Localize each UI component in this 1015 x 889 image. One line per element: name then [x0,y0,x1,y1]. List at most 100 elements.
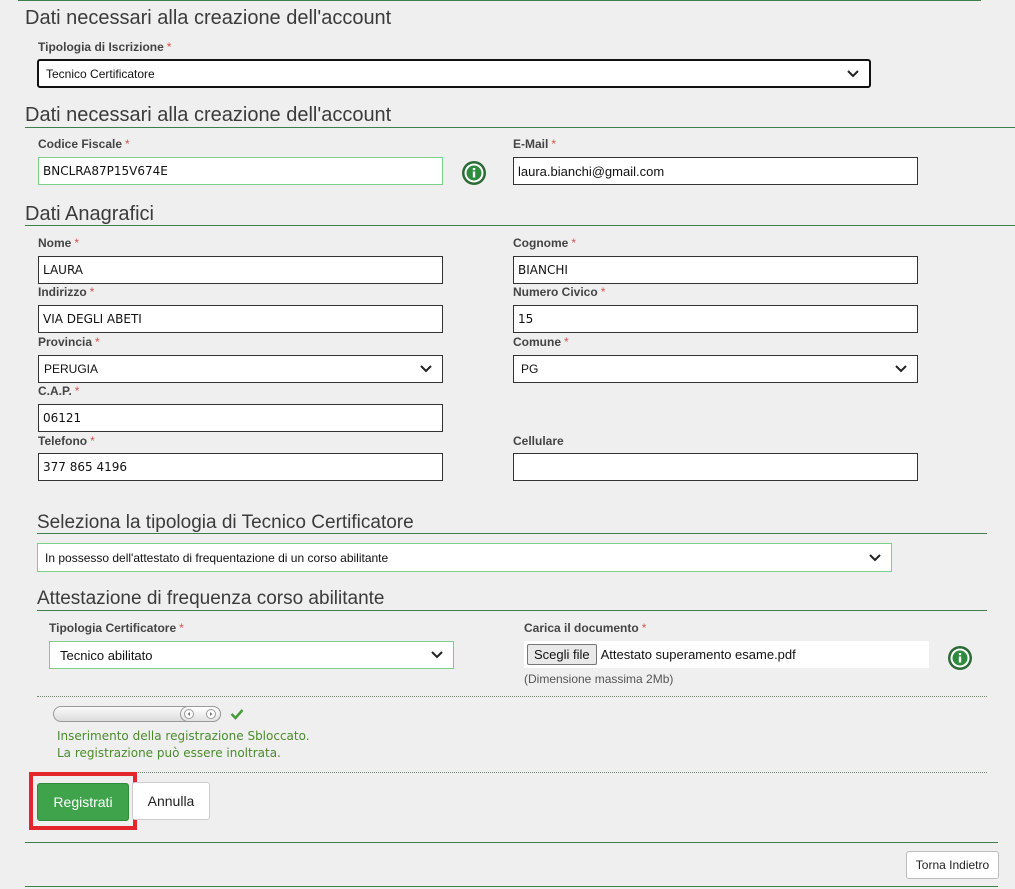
cognome-input[interactable]: BIANCHI [513,256,918,284]
required-marker: * [551,137,557,151]
email-label-text: E-Mail [513,137,549,151]
numero-civico-value: 15 [518,312,534,326]
indirizzo-input[interactable]: VIA DEGLI ABETI [38,305,443,333]
required-marker: * [641,621,647,635]
required-marker: * [166,40,172,54]
footer-rule [25,842,998,843]
email-value: laura.bianchi@gmail.com [518,163,665,179]
tipologia-iscrizione-select[interactable]: Tecnico Certificatore [37,59,871,88]
codice-fiscale-label: Codice Fiscale * [38,137,130,151]
numero-civico-label-text: Numero Civico [513,285,598,299]
section-2-rule [25,127,1015,128]
required-marker: * [571,236,577,250]
cellulare-label: Cellulare [513,434,564,448]
nome-value: LAURA [43,263,84,277]
file-upload-field: Scegli file Attestato superamento esame.… [524,641,929,668]
carica-documento-label: Carica il documento * [524,621,646,635]
numero-civico-input[interactable]: 15 [513,305,918,333]
required-marker: * [89,285,95,299]
cap-input[interactable]: 06121 [38,404,443,432]
annulla-button[interactable]: Annulla [132,782,210,820]
chevron-down-icon [431,651,443,659]
nome-label-text: Nome [38,236,72,250]
attestazione-rule [37,610,987,611]
info-icon[interactable] [461,160,487,186]
comune-value: PG [521,362,539,376]
telefono-label-text: Telefono [38,434,88,448]
comune-select[interactable]: PG [513,355,918,383]
codice-fiscale-value: BNCLRA87P15V674E [43,164,168,178]
tipologia-certificatore-label: Tipologia Certificatore * [49,621,184,635]
telefono-label: Telefono * [38,434,95,448]
cap-label-text: C.A.P. [38,384,72,398]
checkmark-icon [230,709,244,720]
telefono-input[interactable]: 377 865 4196 [38,453,443,481]
unlock-status-text: Inserimento della registrazione Sbloccat… [57,728,310,762]
dotted-separator [37,772,987,773]
tipologia-certificatore-value: Tecnico abilitato [60,647,153,663]
unlock-slider-handle[interactable] [180,706,221,722]
email-input[interactable]: laura.bianchi@gmail.com [513,157,918,185]
telefono-value: 377 865 4196 [43,460,127,474]
required-marker: * [600,285,606,299]
file-size-hint: (Dimensione massima 2Mb) [524,672,674,686]
indirizzo-label: Indirizzo * [38,285,94,299]
registrati-button[interactable]: Registrati [37,783,129,821]
comune-label: Comune * [513,335,569,349]
tipologia-tecnico-rule [37,533,987,534]
tipologia-iscrizione-value: Tecnico Certificatore [46,66,155,81]
section-title-anagrafici: Dati Anagrafici [25,203,154,225]
section-title-account-2: Dati necessari alla creazione dell'accou… [25,104,392,126]
required-marker: * [74,236,80,250]
nome-label: Nome * [38,236,79,250]
tipologia-certificatore-select[interactable]: Tecnico abilitato [49,641,454,669]
tipologia-iscrizione-label: Tipologia di Iscrizione * [38,40,171,54]
required-marker: * [74,384,80,398]
tipologia-tecnico-value: In possesso dell'attestato di frequentaz… [45,550,389,565]
anagrafici-rule [25,225,1015,226]
info-icon[interactable] [947,645,973,671]
codice-fiscale-label-text: Codice Fiscale [38,137,123,151]
required-marker: * [564,335,569,349]
carica-documento-label-text: Carica il documento [524,621,639,635]
numero-civico-label: Numero Civico * [513,285,605,299]
cognome-label-text: Cognome [513,236,569,250]
indirizzo-value: VIA DEGLI ABETI [43,312,142,326]
cognome-value: BIANCHI [518,263,568,277]
chevron-down-icon [895,365,907,373]
codice-fiscale-input[interactable]: BNCLRA87P15V674E [38,157,443,185]
cognome-label: Cognome * [513,236,576,250]
section-title-account-1: Dati necessari alla creazione dell'accou… [25,7,392,29]
unlock-status-line-2: La registrazione può essere inoltrata. [57,746,281,760]
file-name: Attestato superamento esame.pdf [600,647,796,662]
chevron-down-icon [847,70,859,78]
cellulare-input[interactable] [513,453,918,481]
cap-label: C.A.P. * [38,384,79,398]
chevron-down-icon [420,365,432,373]
torna-indietro-button[interactable]: Torna Indietro [906,851,999,879]
choose-file-button[interactable]: Scegli file [527,644,597,665]
tipologia-tecnico-select[interactable]: In possesso dell'attestato di frequentaz… [37,543,892,572]
section-title-tipologia-tecnico: Seleziona la tipologia di Tecnico Certif… [37,512,414,533]
section-title-attestazione: Attestazione di frequenza corso abilitan… [37,588,385,609]
top-rule [18,0,981,1]
required-marker: * [179,621,184,635]
slider-left-arrow-icon [184,709,194,719]
indirizzo-label-text: Indirizzo [38,285,87,299]
unlock-status-line-1: Inserimento della registrazione Sbloccat… [57,729,310,743]
provincia-select[interactable]: PERUGIA [38,355,443,383]
slider-right-arrow-icon [206,709,216,719]
dotted-separator [37,696,987,697]
required-marker: * [95,335,100,349]
provincia-label-text: Provincia [38,335,93,349]
provincia-value: PERUGIA [44,362,99,376]
required-marker: * [125,137,130,151]
tipologia-certificatore-label-text: Tipologia Certificatore [49,621,177,635]
tipologia-iscrizione-label-text: Tipologia di Iscrizione [38,40,164,54]
nome-input[interactable]: LAURA [38,256,443,284]
email-label: E-Mail * [513,137,556,151]
comune-label-text: Comune [513,335,561,349]
chevron-down-icon [869,554,881,562]
provincia-label: Provincia * [38,335,100,349]
bottom-rule [25,886,998,887]
